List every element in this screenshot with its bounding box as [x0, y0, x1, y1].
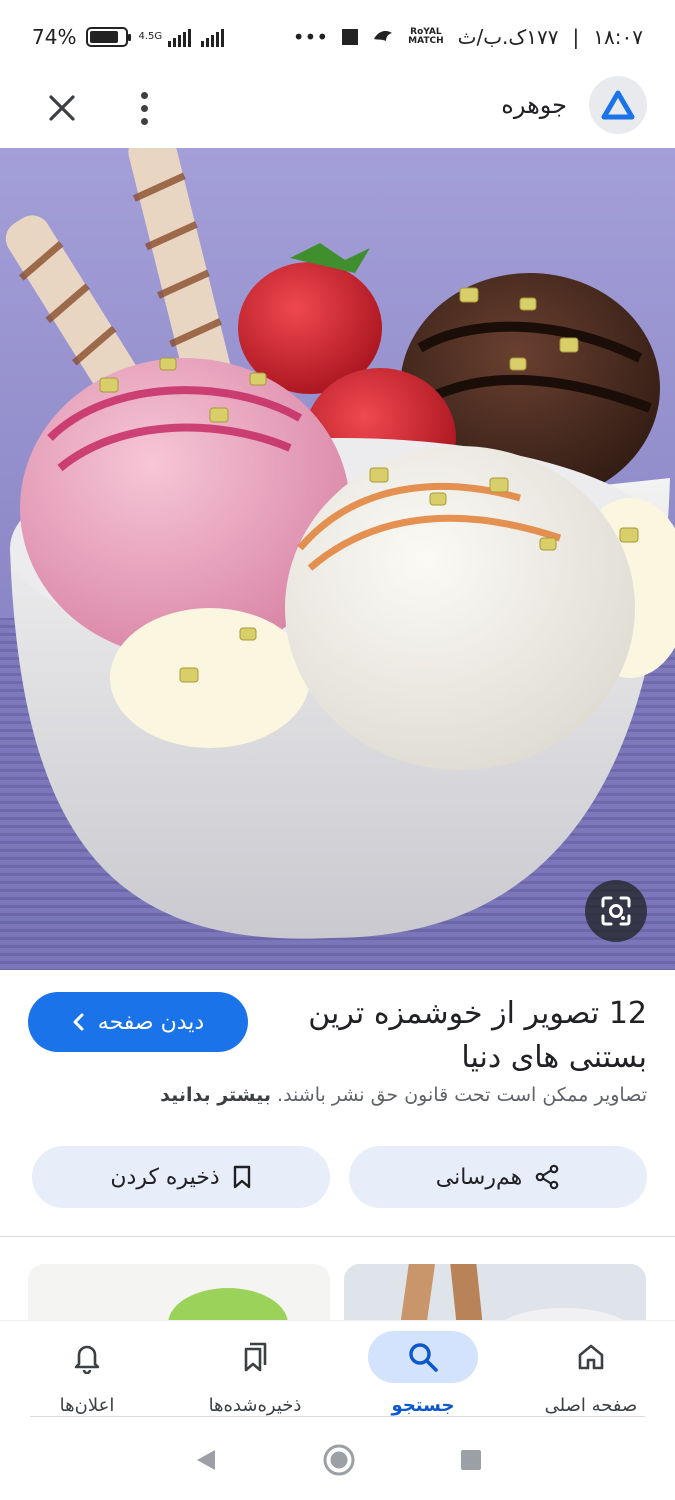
separator: | — [572, 25, 580, 49]
site-header[interactable]: جوهره — [501, 76, 647, 134]
signal-icon — [168, 27, 192, 47]
signal-icon-2 — [201, 27, 225, 47]
chevron-left-icon — [73, 1013, 84, 1031]
visit-page-button[interactable]: دیدن صفحه — [28, 992, 248, 1052]
site-name: جوهره — [501, 91, 567, 119]
home-circle-icon[interactable] — [322, 1443, 356, 1477]
copyright-text: تصاویر ممکن است تحت قانون حق نشر باشند. — [277, 1084, 647, 1106]
save-label: ذخیره کردن — [110, 1164, 220, 1190]
related-images — [0, 1264, 675, 1334]
divider — [0, 1236, 675, 1237]
battery-percent: 74% — [32, 25, 77, 49]
more-dot — [140, 104, 148, 112]
more-dot — [140, 117, 148, 125]
bookmarks-icon — [244, 1342, 267, 1372]
nav-notifications-label: اعلان‌ها — [59, 1395, 115, 1416]
nav-notifications-icon-wrap — [32, 1331, 142, 1383]
battery-icon — [86, 27, 132, 47]
back-icon[interactable] — [194, 1447, 218, 1473]
bird-icon — [374, 31, 393, 41]
site-logo-icon — [601, 90, 635, 120]
nav-search-icon-wrap — [368, 1331, 478, 1383]
bottom-navigation: صفحه اصلی جستجو ذخیره‌شده‌ها اعلان‌ها — [0, 1320, 675, 1420]
nav-home-label: صفحه اصلی — [544, 1395, 638, 1416]
more-options-button[interactable] — [124, 86, 164, 130]
nav-search-label: جستجو — [391, 1395, 455, 1416]
ice-cream-image — [0, 148, 675, 970]
status-right: ۱۸:۰۷ | ۱۷۷ک.ب/ث RoYAL MATCH ••• — [293, 25, 643, 49]
lens-icon — [601, 896, 631, 926]
network-type-label: 4.5G — [138, 31, 163, 42]
learn-more-link[interactable]: بیشتر بدانید — [160, 1084, 271, 1106]
bookmark-icon — [233, 1165, 250, 1189]
nav-search[interactable]: جستجو — [339, 1321, 507, 1421]
clock: ۱۸:۰۷ — [593, 25, 643, 49]
close-button[interactable] — [40, 86, 84, 130]
search-icon — [409, 1343, 438, 1372]
nav-home[interactable]: صفحه اصلی — [507, 1321, 675, 1421]
stop-icon — [342, 29, 359, 45]
system-navigation — [0, 1420, 675, 1500]
share-label: هم‌رسانی — [435, 1164, 523, 1190]
share-button[interactable]: هم‌رسانی — [349, 1146, 647, 1208]
screen: 74% 4.5G ۱۸:۰۷ | ۱۷۷ک.ب/ث RoYAL MATCH ••• — [0, 0, 675, 1500]
data-speed: ۱۷۷ک.ب/ث — [457, 25, 559, 49]
save-button[interactable]: ذخیره کردن — [32, 1146, 330, 1208]
home-icon — [578, 1344, 604, 1370]
more-notifications-icon: ••• — [292, 25, 329, 49]
lens-button[interactable] — [585, 880, 647, 942]
status-bar: 74% 4.5G ۱۸:۰۷ | ۱۷۷ک.ب/ث RoYAL MATCH ••• — [0, 0, 675, 74]
app-notification-icon: RoYAL MATCH — [408, 27, 444, 46]
more-vert-icon — [140, 91, 148, 99]
site-logo — [589, 76, 647, 134]
recents-icon[interactable] — [460, 1449, 482, 1471]
copyright-notice: تصاویر ممکن است تحت قانون حق نشر باشند. … — [160, 1084, 647, 1106]
app-bar: جوهره — [0, 74, 675, 146]
nav-home-icon-wrap — [536, 1331, 646, 1383]
result-title[interactable]: 12 تصویر از خوشمزه ترین بستنی های دنیا — [287, 992, 647, 1080]
visit-page-label: دیدن صفحه — [97, 1009, 205, 1035]
nav-notifications[interactable]: اعلان‌ها — [3, 1321, 171, 1421]
nav-divider — [30, 1416, 645, 1417]
share-icon — [535, 1164, 559, 1190]
close-icon — [49, 95, 75, 121]
bell-icon — [74, 1345, 100, 1374]
nav-saved-label: ذخیره‌شده‌ها — [208, 1395, 302, 1416]
status-left: 74% 4.5G — [32, 25, 225, 49]
hero-image[interactable] — [0, 148, 675, 970]
nav-saved-icon-wrap — [200, 1331, 310, 1383]
nav-saved[interactable]: ذخیره‌شده‌ها — [171, 1321, 339, 1421]
